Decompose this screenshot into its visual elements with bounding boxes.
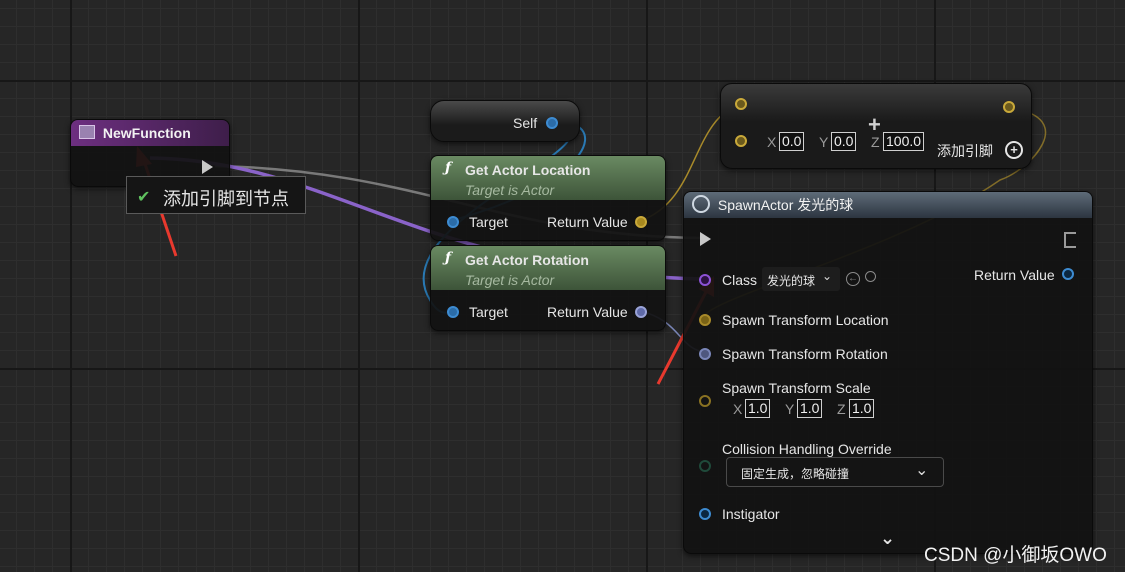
vector-x-label: X [767, 134, 777, 150]
new-function-title: NewFunction [102, 125, 191, 141]
get-rotation-target-label: Target [469, 304, 508, 320]
scale-pin[interactable] [699, 395, 711, 407]
scale-y-field[interactable]: 1.0 [797, 399, 823, 418]
get-rotation-return-label: Return Value [547, 304, 628, 320]
add-pin-tooltip: ✔ 添加引脚到节点 [126, 176, 306, 214]
location-pin[interactable] [699, 314, 711, 326]
spawn-return-label: Return Value [974, 267, 1055, 283]
rotation-label: Spawn Transform Rotation [722, 346, 888, 362]
function-icon: ƒ [445, 160, 452, 176]
collision-label: Collision Handling Override [722, 441, 892, 457]
get-location-target-label: Target [469, 214, 508, 230]
vector-out-pin[interactable] [1003, 101, 1015, 113]
collision-dropdown[interactable]: 固定生成，忽略碰撞 ⌄ [726, 457, 944, 487]
vector-z-label: Z [871, 134, 880, 150]
get-rotation-return-pin[interactable] [635, 306, 647, 318]
get-location-title: Get Actor Location [465, 162, 591, 178]
exec-out-pin[interactable] [202, 160, 213, 174]
self-out-pin[interactable] [546, 117, 558, 129]
add-pin-label[interactable]: 添加引脚 [937, 141, 993, 161]
location-label: Spawn Transform Location [722, 312, 889, 328]
collision-pin[interactable] [699, 460, 711, 472]
instigator-pin[interactable] [699, 508, 711, 520]
scale-x-label: X [733, 401, 743, 417]
make-vector-node[interactable]: X 0.0 Y 0.0 + Z 100.0 添加引脚 + [720, 83, 1032, 169]
plus-circle-icon[interactable]: + [1005, 141, 1023, 159]
get-rotation-header: ƒ Get Actor Rotation Target is Actor [431, 246, 665, 290]
spawn-actor-title: SpawnActor 发光的球 [717, 197, 854, 213]
function-icon: ƒ [445, 250, 452, 266]
chevron-down-icon: ⌄ [915, 462, 929, 479]
get-actor-rotation-node[interactable]: ƒ Get Actor Rotation Target is Actor Tar… [430, 245, 666, 331]
get-actor-location-node[interactable]: ƒ Get Actor Location Target is Actor Tar… [430, 155, 666, 241]
chevron-down-icon: ⌄ [822, 269, 833, 283]
rotation-pin[interactable] [699, 348, 711, 360]
vector-y-label: Y [819, 134, 829, 150]
search-icon[interactable] [865, 271, 876, 282]
spawn-actor-icon [692, 195, 710, 213]
vector-z-field[interactable]: 100.0 [883, 132, 925, 151]
class-dropdown-value: 发光的球 [767, 274, 816, 288]
new-function-header: NewFunction [71, 120, 229, 146]
get-rotation-title: Get Actor Rotation [465, 252, 589, 268]
vector-y-field[interactable]: 0.0 [831, 132, 857, 151]
get-location-return-label: Return Value [547, 214, 628, 230]
check-icon: ✔ [137, 189, 151, 206]
exec-out-pin[interactable] [1064, 232, 1076, 248]
scale-y-label: Y [785, 401, 795, 417]
vector-in-pin-2[interactable] [735, 135, 747, 147]
scale-x-field[interactable]: 1.0 [745, 399, 771, 418]
collision-dropdown-value: 固定生成，忽略碰撞 [741, 467, 850, 481]
get-location-return-pin[interactable] [635, 216, 647, 228]
exec-in-pin[interactable] [700, 232, 711, 246]
spawn-actor-node[interactable]: SpawnActor 发光的球 Class 发光的球 ⌄ ← Return Va… [683, 191, 1093, 554]
vector-in-pin-1[interactable] [735, 98, 747, 110]
scale-z-field[interactable]: 1.0 [849, 399, 875, 418]
class-label: Class [722, 272, 758, 288]
self-label: Self [513, 115, 538, 131]
vector-x-field[interactable]: 0.0 [779, 132, 805, 151]
spawn-actor-header: SpawnActor 发光的球 [684, 192, 1092, 218]
scale-z-label: Z [837, 401, 846, 417]
function-icon [79, 125, 95, 139]
get-location-subtitle: Target is Actor [465, 182, 555, 198]
class-dropdown[interactable]: 发光的球 ⌄ [762, 267, 840, 291]
spawn-return-pin[interactable] [1062, 268, 1074, 280]
watermark: CSDN @小御坂OWO [924, 545, 1107, 566]
get-location-header: ƒ Get Actor Location Target is Actor [431, 156, 665, 200]
expand-chevron-icon[interactable]: ⌄ [880, 528, 895, 549]
instigator-label: Instigator [722, 506, 780, 522]
get-rotation-subtitle: Target is Actor [465, 272, 555, 288]
browse-back-icon[interactable]: ← [846, 272, 860, 286]
scale-label: Spawn Transform Scale [722, 380, 871, 396]
self-node[interactable]: Self [430, 100, 580, 142]
get-rotation-target-pin[interactable] [447, 306, 459, 318]
get-location-target-pin[interactable] [447, 216, 459, 228]
class-pin[interactable] [699, 274, 711, 286]
tooltip-text: 添加引脚到节点 [163, 189, 289, 209]
